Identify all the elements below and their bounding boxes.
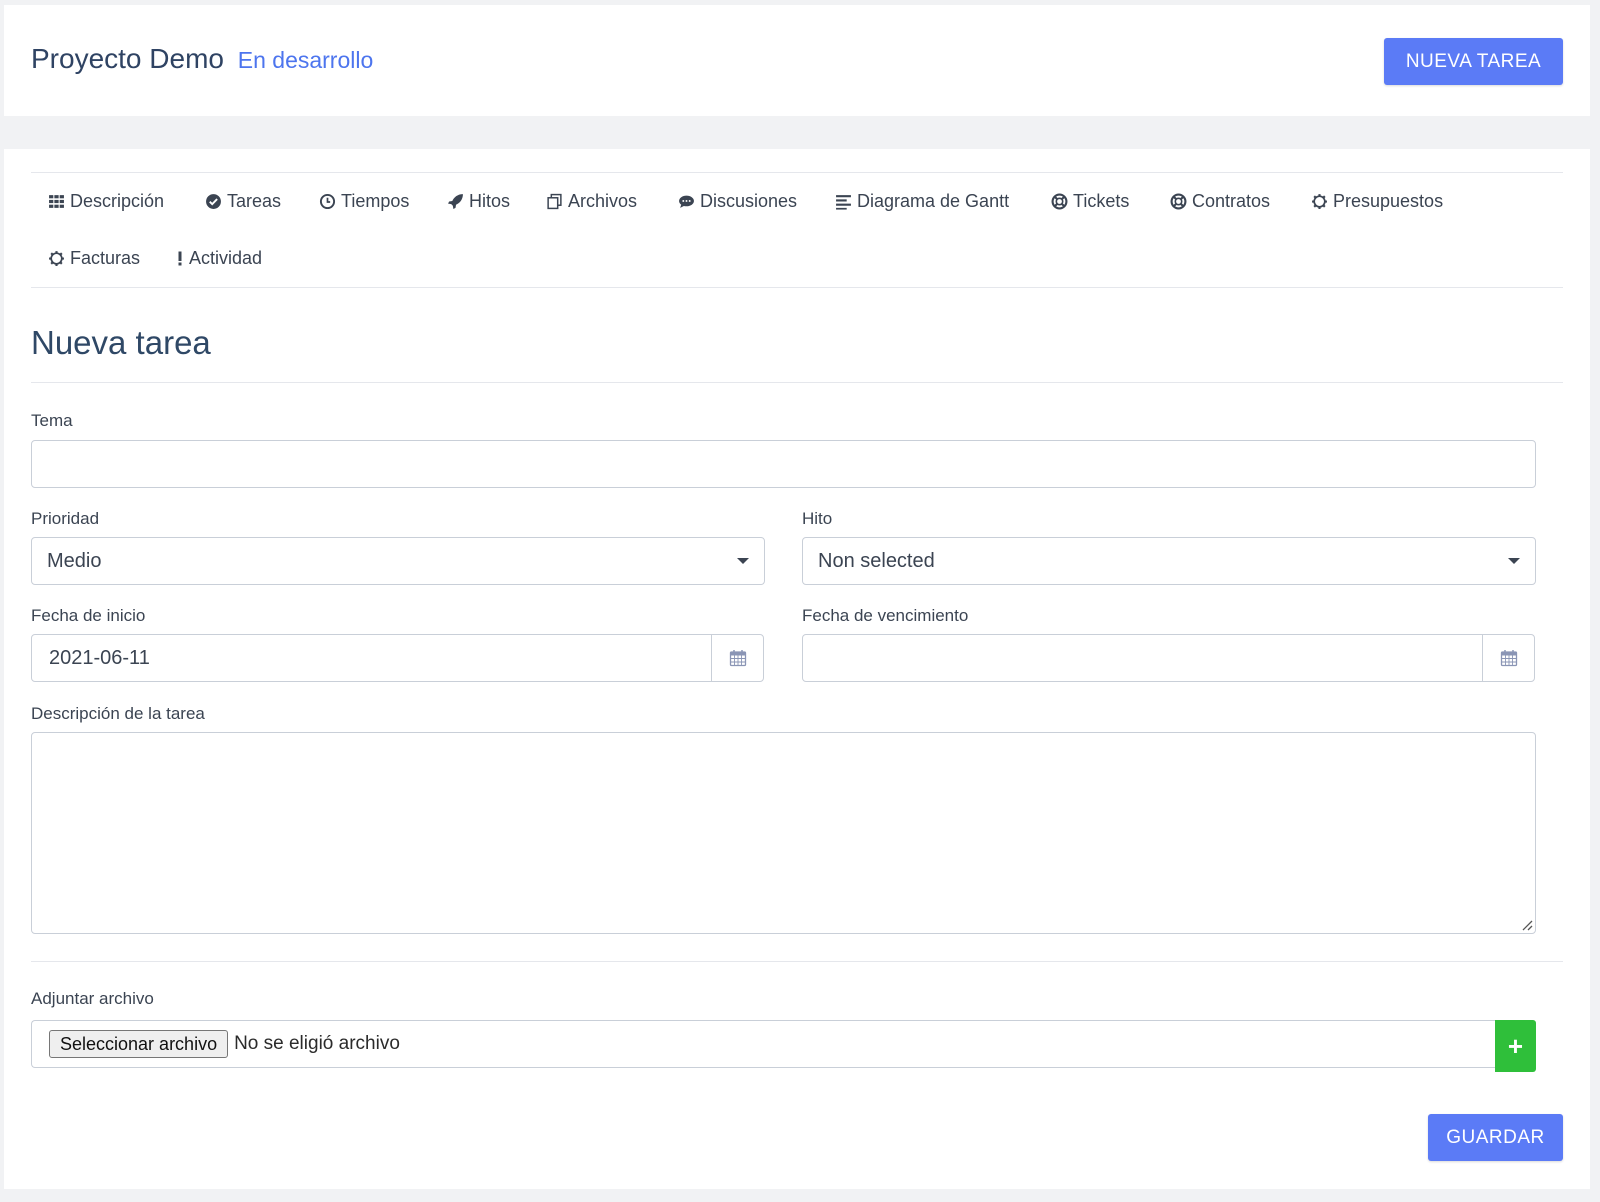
caret-down-icon (1508, 558, 1520, 564)
due-date-input[interactable] (802, 634, 1535, 682)
resize-grip-icon[interactable] (1519, 917, 1533, 931)
tab-label: Facturas (70, 248, 141, 268)
grid-icon (48, 193, 65, 210)
life-ring-icon (1051, 193, 1068, 210)
calendar-icon (729, 650, 746, 667)
milestone-selected-value: Non selected (818, 549, 935, 572)
tab-label: Diagrama de Gantt (857, 191, 1010, 211)
due-date-label: Fecha de vencimiento (802, 606, 969, 625)
new-task-button[interactable]: NUEVA TAREA (1384, 38, 1563, 85)
save-button[interactable]: GUARDAR (1428, 1114, 1563, 1161)
cog-icon (1311, 193, 1328, 210)
tab-hitos[interactable]: Hitos (447, 191, 510, 212)
priority-select[interactable]: Medio (31, 537, 765, 585)
align-left-icon (835, 193, 852, 210)
tab-label: Tiempos (341, 191, 410, 211)
start-date-value: 2021-06-11 (49, 646, 150, 669)
files-icon (546, 193, 563, 210)
choose-file-button[interactable]: Seleccionar archivo (49, 1030, 229, 1058)
file-input[interactable]: Seleccionar archivo No se eligió archivo (31, 1020, 1495, 1068)
tab-label: Discusiones (700, 191, 798, 211)
tab-label: Hitos (469, 191, 511, 211)
tab-presupuestos[interactable]: Presupuestos (1311, 191, 1443, 212)
tab-label: Tickets (1073, 191, 1130, 211)
tab-label: Tareas (227, 191, 282, 211)
subject-label: Tema (31, 411, 73, 430)
tab-label: Descripción (70, 191, 165, 211)
rocket-icon (447, 193, 464, 210)
project-title: Proyecto Demo En desarrollo (31, 43, 373, 75)
life-ring-icon (1170, 193, 1187, 210)
page-title: Nueva tarea (31, 324, 211, 361)
start-date-input[interactable]: 2021-06-11 (31, 634, 764, 682)
tab-discusiones[interactable]: Discusiones (678, 191, 797, 212)
calendar-icon (1500, 650, 1517, 667)
subject-input[interactable] (31, 440, 1536, 488)
tab-facturas[interactable]: Facturas (48, 248, 140, 269)
tab-label: Presupuestos (1333, 191, 1444, 211)
file-status-text: No se eligió archivo (234, 1033, 400, 1054)
milestone-select[interactable]: Non selected (802, 537, 1536, 585)
description-label: Descripción de la tarea (31, 704, 205, 723)
tab-label: Contratos (1192, 191, 1271, 211)
tabs-top-divider (31, 172, 1563, 173)
tab-descripcion[interactable]: Descripción (48, 191, 164, 212)
start-date-label: Fecha de inicio (31, 606, 146, 625)
attach-divider (31, 961, 1563, 962)
tab-tiempos[interactable]: Tiempos (319, 191, 409, 212)
tab-diagrama-gantt[interactable]: Diagrama de Gantt (835, 191, 1009, 212)
tab-archivos[interactable]: Archivos (546, 191, 637, 212)
tab-label: Archivos (568, 191, 638, 211)
tab-tareas[interactable]: Tareas (205, 191, 281, 212)
clock-icon (319, 193, 336, 210)
start-date-calendar-button[interactable] (711, 635, 763, 681)
project-header: Proyecto Demo En desarrollo NUEVA TAREA (4, 5, 1590, 116)
attach-label: Adjuntar archivo (31, 989, 154, 1008)
priority-label: Prioridad (31, 509, 100, 528)
check-circle-icon (205, 193, 222, 210)
main-panel: Descripción Tareas Tiempos Hitos Archivo… (4, 149, 1590, 1189)
add-file-button[interactable]: + (1495, 1020, 1536, 1072)
tab-contratos[interactable]: Contratos (1170, 191, 1270, 212)
tab-actividad[interactable]: Actividad (176, 248, 262, 269)
priority-selected-value: Medio (47, 549, 102, 572)
description-textarea[interactable] (31, 732, 1536, 934)
comments-icon (678, 193, 695, 210)
tab-label: Actividad (189, 248, 263, 268)
project-name: Proyecto Demo (31, 43, 224, 74)
due-date-calendar-button[interactable] (1482, 635, 1534, 681)
title-divider (31, 382, 1563, 383)
caret-down-icon (737, 558, 749, 564)
tab-tickets[interactable]: Tickets (1051, 191, 1129, 212)
exclamation-icon (176, 250, 184, 267)
tabs-bottom-divider (31, 287, 1563, 288)
cog-icon (48, 250, 65, 267)
plus-icon: + (1507, 1030, 1524, 1061)
milestone-label: Hito (802, 509, 833, 528)
project-status: En desarrollo (237, 47, 374, 73)
